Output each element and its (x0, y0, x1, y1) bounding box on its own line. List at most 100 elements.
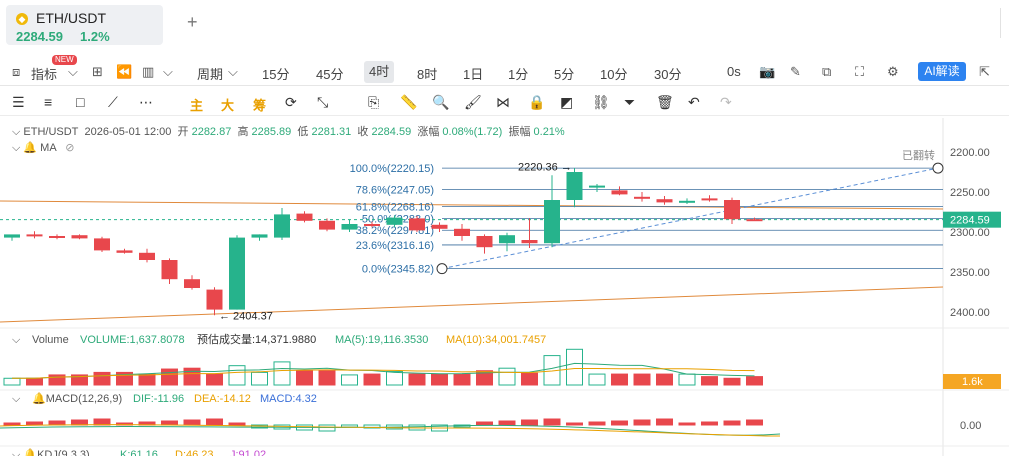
macd-histogram-bar (656, 418, 673, 426)
volume-bar (746, 376, 763, 386)
fib-end-label: 已翻转 (902, 148, 935, 162)
macd-axis-label: 0.00 (960, 420, 981, 432)
candle-body (521, 240, 538, 244)
candle-body (364, 224, 380, 226)
candle-body (746, 219, 763, 222)
candle-body (139, 252, 155, 260)
macd-histogram-bar (48, 420, 66, 426)
volume-bar (498, 367, 516, 386)
candle-body (229, 237, 245, 310)
macd-dif: DIF:-11.96 (133, 393, 184, 405)
macd-histogram-bar (723, 420, 741, 426)
candle-body (431, 224, 448, 229)
macd-dif-line (0, 424, 781, 436)
candle-body (274, 214, 290, 238)
volume-bar (431, 373, 448, 386)
candle-body (454, 228, 470, 236)
candle-body (566, 172, 583, 200)
volume-bar (93, 371, 111, 386)
fib-level-label: 23.6%(2316.16) (356, 240, 434, 252)
candle-body (206, 289, 223, 310)
volume-bar (318, 370, 336, 386)
candle-body (71, 235, 88, 239)
macd-histogram-bar (318, 424, 336, 432)
volume-bar (26, 377, 43, 386)
volume-value: VOLUME:1,637.8078 (80, 334, 185, 346)
candle-body (611, 190, 628, 195)
volume-ma10: MA(10):34,001.7457 (446, 334, 546, 346)
volume-bar (363, 373, 381, 386)
volume-bar (611, 373, 628, 386)
fib-level-label: 78.6%(2247.05) (356, 185, 434, 197)
kdj-title: ⌵ 🔔KDJ(9,3,3) (12, 448, 90, 456)
high-annotation: 2220.36 → (518, 161, 572, 173)
macd-histogram-bar (3, 422, 21, 426)
volume-bar (206, 373, 223, 386)
volume-bar (273, 361, 291, 386)
macd-histogram-bar (71, 419, 88, 426)
candle-body (49, 236, 65, 238)
macd-histogram-bar (701, 421, 718, 426)
volume-bar (566, 348, 583, 386)
fib-anchor-end (932, 162, 944, 174)
price-tick-label: 2200.00 (950, 147, 990, 159)
fib-level-label: 100.0%(2220.15) (350, 163, 434, 175)
macd-histogram-bar (588, 421, 606, 426)
candle-body (94, 238, 110, 251)
candle-body (589, 185, 605, 188)
volume-bar (386, 371, 403, 386)
volume-bar (3, 377, 21, 386)
candle-body (26, 234, 43, 237)
macd-histogram-bar (566, 422, 583, 426)
macd-histogram-bar (633, 419, 651, 426)
macd-dea: DEA:-14.12 (194, 393, 251, 405)
volume-axis-label: 1.6k (962, 376, 983, 388)
channel-lower-line (0, 286, 944, 323)
price-tick-label: 2300.00 (950, 227, 990, 239)
volume-bar (521, 372, 538, 386)
macd-histogram-bar (498, 420, 516, 426)
volume-bar (633, 373, 651, 386)
volume-ma5: MA(5):19,116.3530 (335, 334, 428, 346)
current-price-label: 2284.59 (950, 215, 990, 227)
volume-bar (588, 373, 606, 386)
macd-histogram-bar (228, 422, 246, 426)
candle-body (634, 196, 650, 199)
volume-bar (161, 368, 178, 386)
macd-value: MACD:4.32 (260, 393, 317, 405)
kdj-j: J:91.02 (230, 449, 266, 456)
channel-upper-line (0, 200, 944, 210)
candle-body (409, 218, 425, 231)
candle-body (476, 236, 493, 248)
macd-histogram-bar (521, 419, 538, 426)
volume-bar (453, 373, 471, 386)
macd-histogram-bar (678, 422, 696, 426)
chevron-down-icon: ⌵ (12, 334, 21, 346)
estimated-volume: 预估成交量:14,371.9880 (197, 332, 316, 346)
candle-body (679, 200, 695, 203)
kdj-k: K:61.16 (120, 449, 158, 456)
candle-body (386, 217, 403, 225)
candle-body (4, 234, 20, 238)
candle-body (341, 224, 358, 230)
candle-body (701, 198, 718, 201)
volume-bar (228, 365, 246, 386)
candle-body (656, 199, 673, 203)
candle-body (319, 220, 335, 230)
volume-bar (701, 376, 718, 386)
macd-histogram-bar (161, 420, 178, 426)
macd-histogram-bar (746, 419, 763, 426)
price-tick-label: 2250.00 (950, 187, 990, 199)
volume-bar (48, 374, 66, 386)
volume-bar (183, 367, 201, 386)
volume-bar (678, 373, 696, 386)
volume-bar (296, 370, 313, 386)
macd-histogram-bar (611, 420, 628, 426)
kdj-d: D:46.23 (175, 449, 214, 456)
volume-bar (723, 377, 741, 386)
candle-body (724, 200, 740, 220)
candle-body (116, 250, 133, 253)
macd-histogram-bar (206, 418, 223, 426)
chart-canvas[interactable]: 2200.00 2250.00 2300.00 2350.00 2400.00 100.0… (0, 0, 1009, 456)
fib-level-label: 0.0%(2345.82) (362, 264, 434, 276)
